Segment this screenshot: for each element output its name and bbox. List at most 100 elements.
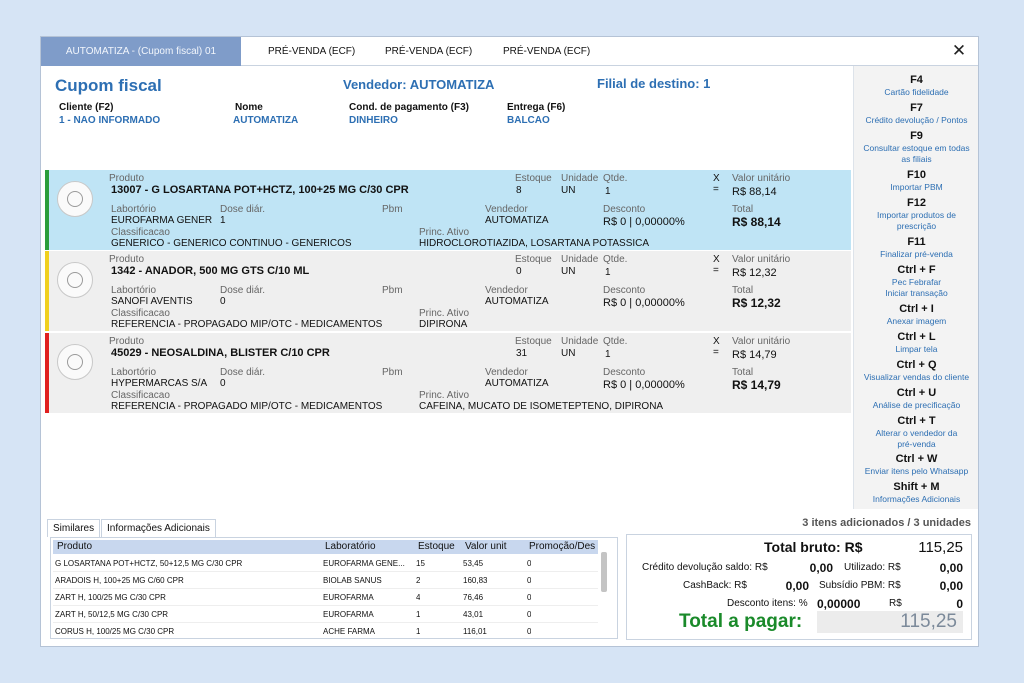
shortcut-ctrl-w[interactable]: Ctrl + W Enviar itens pelo Whatsapp (854, 453, 979, 477)
shortcut-f12[interactable]: F12 Importar produtos de prescrição (854, 197, 979, 232)
unidade-label: Unidade (561, 336, 599, 347)
unidade-label: Unidade (561, 173, 599, 184)
col-promocao[interactable]: Promoção/Des (529, 540, 595, 554)
nome-value[interactable]: AUTOMATIZA (233, 115, 298, 126)
cell-valor-unit: 116,01 (463, 627, 487, 636)
tab-pre-venda-2[interactable]: PRÉ-VENDA (ECF) (373, 37, 484, 66)
shortcut-ctrl-t[interactable]: Ctrl + T Alterar o vendedor da pré-venda (854, 415, 979, 450)
classificacao-label: Classificacao (111, 390, 170, 401)
laboratorio-label: Labortório (111, 285, 157, 296)
shortcut-shift-m[interactable]: Shift + M Informações Adicionais (854, 481, 979, 505)
pbm-label: Pbm (382, 367, 403, 378)
close-icon[interactable]: ✕ (948, 40, 970, 62)
desconto-itens-value[interactable]: 0,00000 (817, 597, 860, 611)
cell-laboratorio: EUROFARMA (323, 593, 374, 602)
main-window: AUTOMATIZA - (Cupom fiscal) 01 PRÉ-VENDA… (40, 36, 979, 647)
shortcut-ctrl-f[interactable]: Ctrl + F Pec Febrafar Iniciar transação (854, 264, 979, 299)
cell-valor-unit: 43,01 (463, 610, 484, 619)
col-estoque[interactable]: Estoque (418, 540, 455, 554)
dose-label: Dose diár. (220, 367, 266, 378)
estoque-label: Estoque (515, 336, 552, 347)
cell-laboratorio: BIOLAB SANUS (323, 576, 382, 585)
utilizado-value: 0,00 (939, 561, 963, 575)
tab-similares[interactable]: Similares (47, 519, 101, 537)
credito-value: 0,00 (809, 561, 833, 575)
cond-pagamento-value[interactable]: DINHEIRO (349, 115, 398, 126)
similares-table: Produto Laboratório Estoque Valor unit P… (50, 537, 618, 639)
cliente-value[interactable]: 1 - NAO INFORMADO (59, 115, 160, 126)
product-row[interactable]: Produto 45029 - NEOSALDINA, BLISTER C/10… (45, 333, 851, 413)
shortcut-f10[interactable]: F10 Importar PBM (854, 169, 979, 193)
shortcuts-panel: F4 Cartão fidelidade F7 Crédito devolução … (853, 66, 978, 509)
cell-promocao: 0 (527, 627, 532, 636)
cell-laboratorio: EUROFARMA (323, 610, 374, 619)
unidade-value: UN (561, 348, 576, 359)
qtde-value[interactable]: 1 (605, 186, 611, 197)
desconto-value: R$ 0 | 0,00000% (603, 297, 685, 309)
tab-cupom-fiscal[interactable]: AUTOMATIZA - (Cupom fiscal) 01 (41, 37, 241, 66)
cashback-label: CashBack: R$ (683, 580, 747, 591)
desconto-value: R$ 0 | 0,00000% (603, 379, 685, 391)
cell-promocao: 0 (527, 559, 532, 568)
laboratorio-label: Labortório (111, 204, 157, 215)
classificacao-label: Classificacao (111, 308, 170, 319)
estoque-value: 31 (516, 348, 528, 359)
unidade-value: UN (561, 266, 576, 277)
shortcut-f9[interactable]: F9 Consultar estoque em todas as filiais (854, 130, 979, 165)
similares-scrollbar[interactable] (601, 552, 607, 592)
shortcut-ctrl-i[interactable]: Ctrl + I Anexar imagem (854, 303, 979, 327)
product-image-placeholder-icon (57, 181, 93, 217)
tab-informacoes-adicionais[interactable]: Informações Adicionais (101, 519, 216, 537)
shortcut-ctrl-u[interactable]: Ctrl + U Análise de precificação (854, 387, 979, 411)
princ-ativo-label: Princ. Ativo (419, 308, 470, 319)
desconto-value: R$ 0 | 0,00000% (603, 216, 685, 228)
table-row[interactable]: ARADOIS H, 100+25 MG C/60 CPR BIOLAB SAN… (53, 572, 598, 589)
qtde-value[interactable]: 1 (605, 349, 611, 360)
x-mark: X (713, 336, 720, 347)
total-label: Total (732, 204, 754, 215)
shortcut-f11[interactable]: F11 Finalizar pré-venda (854, 236, 979, 260)
col-valor-unit[interactable]: Valor unit (465, 540, 507, 554)
tab-pre-venda-1[interactable]: PRÉ-VENDA (ECF) (256, 37, 367, 66)
total-bruto-value: 115,25 (918, 539, 963, 556)
total-bruto-label: Total bruto: R$ (764, 539, 863, 555)
princ-ativo-value: DIPIRONA (419, 319, 468, 330)
desconto-itens-label: Desconto itens: % (727, 598, 808, 609)
cashback-value: 0,00 (785, 579, 809, 593)
shortcut-f4[interactable]: F4 Cartão fidelidade (854, 74, 979, 98)
col-produto[interactable]: Produto (57, 540, 92, 554)
valor-unit-label: Valor unitário (732, 336, 791, 347)
x-mark: X (713, 254, 720, 265)
table-row[interactable]: ZART H, 50/12,5 MG C/30 CPR EUROFARMA 1 … (53, 606, 598, 623)
dose-value: 1 (220, 215, 226, 226)
table-row[interactable]: CORUS H, 100/25 MG C/30 CPR ACHE FARMA 1… (53, 623, 598, 638)
total-value: R$ 88,14 (732, 215, 781, 229)
cell-produto: G LOSARTANA POT+HCTZ, 50+12,5 MG C/30 CP… (55, 559, 243, 568)
produto-label: Produto (109, 254, 145, 265)
vendedor-row-value: AUTOMATIZA (485, 296, 549, 307)
table-row[interactable]: G LOSARTANA POT+HCTZ, 50+12,5 MG C/30 CP… (53, 555, 598, 572)
unidade-label: Unidade (561, 254, 599, 265)
shortcut-ctrl-l[interactable]: Ctrl + L Limpar tela (854, 331, 979, 355)
pbm-label: Pbm (382, 204, 403, 215)
tab-pre-venda-3[interactable]: PRÉ-VENDA (ECF) (491, 37, 602, 66)
entrega-value[interactable]: BALCAO (507, 115, 550, 126)
cell-valor-unit: 160,83 (463, 576, 488, 585)
shortcut-ctrl-q[interactable]: Ctrl + Q Visualizar vendas do cliente (854, 359, 979, 383)
col-laboratorio[interactable]: Laboratório (325, 540, 376, 554)
product-row[interactable]: Produto 13007 - G LOSARTANA POT+HCTZ, 10… (45, 170, 851, 250)
cliente-label: Cliente (F2) (59, 102, 114, 113)
vendedor-label: Vendedor: AUTOMATIZA (343, 77, 495, 92)
qtde-label: Qtde. (603, 173, 628, 184)
desconto-rs-value[interactable]: 0 (917, 597, 963, 611)
cond-pagamento-label: Cond. de pagamento (F3) (349, 102, 469, 113)
product-image-placeholder-icon (57, 262, 93, 298)
table-row[interactable]: ZART H, 100/25 MG C/30 CPR EUROFARMA 4 7… (53, 589, 598, 606)
product-row[interactable]: Produto 1342 - ANADOR, 500 MG GTS C/10 M… (45, 251, 851, 331)
items-summary: 3 itens adicionados / 3 unidades (802, 517, 971, 529)
subsidio-label: Subsídio PBM: R$ (819, 580, 901, 591)
cell-laboratorio: EUROFARMA GENE... (323, 559, 405, 568)
qtde-value[interactable]: 1 (605, 267, 611, 278)
cell-promocao: 0 (527, 576, 532, 585)
shortcut-f7[interactable]: F7 Crédito devolução / Pontos (854, 102, 979, 126)
